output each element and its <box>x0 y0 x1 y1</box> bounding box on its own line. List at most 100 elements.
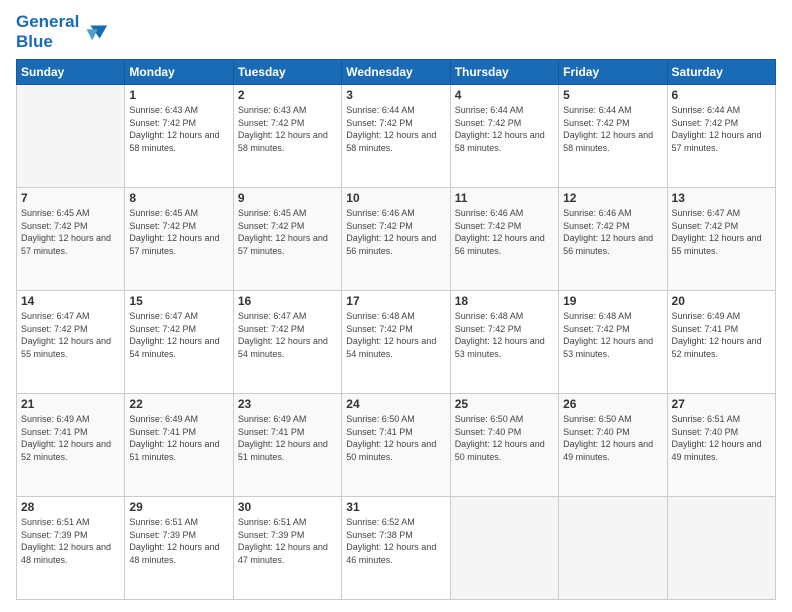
day-info: Sunrise: 6:47 AMSunset: 7:42 PMDaylight:… <box>238 310 337 360</box>
day-info: Sunrise: 6:44 AMSunset: 7:42 PMDaylight:… <box>346 104 445 154</box>
calendar-cell: 13 Sunrise: 6:47 AMSunset: 7:42 PMDayligh… <box>667 188 775 291</box>
day-number: 27 <box>672 397 771 411</box>
day-number: 25 <box>455 397 554 411</box>
day-number: 4 <box>455 88 554 102</box>
calendar-cell: 2 Sunrise: 6:43 AMSunset: 7:42 PMDaylight… <box>233 85 341 188</box>
week-row-2: 14 Sunrise: 6:47 AMSunset: 7:42 PMDayligh… <box>17 291 776 394</box>
day-info: Sunrise: 6:51 AMSunset: 7:39 PMDaylight:… <box>238 516 337 566</box>
calendar-cell: 14 Sunrise: 6:47 AMSunset: 7:42 PMDayligh… <box>17 291 125 394</box>
day-info: Sunrise: 6:45 AMSunset: 7:42 PMDaylight:… <box>21 207 120 257</box>
day-number: 30 <box>238 500 337 514</box>
header: General Blue <box>16 12 776 51</box>
col-header-monday: Monday <box>125 60 233 85</box>
day-number: 6 <box>672 88 771 102</box>
day-info: Sunrise: 6:49 AMSunset: 7:41 PMDaylight:… <box>21 413 120 463</box>
calendar-cell: 8 Sunrise: 6:45 AMSunset: 7:42 PMDaylight… <box>125 188 233 291</box>
day-info: Sunrise: 6:44 AMSunset: 7:42 PMDaylight:… <box>672 104 771 154</box>
day-number: 1 <box>129 88 228 102</box>
logo-text2: Blue <box>16 32 79 52</box>
day-info: Sunrise: 6:43 AMSunset: 7:42 PMDaylight:… <box>129 104 228 154</box>
day-info: Sunrise: 6:48 AMSunset: 7:42 PMDaylight:… <box>455 310 554 360</box>
calendar-cell: 28 Sunrise: 6:51 AMSunset: 7:39 PMDayligh… <box>17 496 125 599</box>
day-number: 9 <box>238 191 337 205</box>
col-header-tuesday: Tuesday <box>233 60 341 85</box>
calendar-cell: 19 Sunrise: 6:48 AMSunset: 7:42 PMDayligh… <box>559 291 667 394</box>
day-info: Sunrise: 6:44 AMSunset: 7:42 PMDaylight:… <box>455 104 554 154</box>
day-info: Sunrise: 6:48 AMSunset: 7:42 PMDaylight:… <box>563 310 662 360</box>
calendar-cell: 12 Sunrise: 6:46 AMSunset: 7:42 PMDayligh… <box>559 188 667 291</box>
calendar-cell: 11 Sunrise: 6:46 AMSunset: 7:42 PMDayligh… <box>450 188 558 291</box>
calendar-cell: 25 Sunrise: 6:50 AMSunset: 7:40 PMDayligh… <box>450 394 558 497</box>
day-number: 15 <box>129 294 228 308</box>
col-header-thursday: Thursday <box>450 60 558 85</box>
day-info: Sunrise: 6:46 AMSunset: 7:42 PMDaylight:… <box>455 207 554 257</box>
day-info: Sunrise: 6:50 AMSunset: 7:40 PMDaylight:… <box>563 413 662 463</box>
day-number: 28 <box>21 500 120 514</box>
calendar-cell: 7 Sunrise: 6:45 AMSunset: 7:42 PMDaylight… <box>17 188 125 291</box>
day-number: 24 <box>346 397 445 411</box>
day-info: Sunrise: 6:49 AMSunset: 7:41 PMDaylight:… <box>672 310 771 360</box>
col-header-wednesday: Wednesday <box>342 60 450 85</box>
day-info: Sunrise: 6:45 AMSunset: 7:42 PMDaylight:… <box>238 207 337 257</box>
calendar-cell <box>559 496 667 599</box>
calendar-cell: 9 Sunrise: 6:45 AMSunset: 7:42 PMDaylight… <box>233 188 341 291</box>
day-number: 12 <box>563 191 662 205</box>
day-info: Sunrise: 6:47 AMSunset: 7:42 PMDaylight:… <box>672 207 771 257</box>
day-info: Sunrise: 6:50 AMSunset: 7:41 PMDaylight:… <box>346 413 445 463</box>
day-info: Sunrise: 6:51 AMSunset: 7:39 PMDaylight:… <box>129 516 228 566</box>
calendar-cell: 17 Sunrise: 6:48 AMSunset: 7:42 PMDayligh… <box>342 291 450 394</box>
calendar-cell: 23 Sunrise: 6:49 AMSunset: 7:41 PMDayligh… <box>233 394 341 497</box>
day-number: 13 <box>672 191 771 205</box>
day-number: 7 <box>21 191 120 205</box>
day-info: Sunrise: 6:44 AMSunset: 7:42 PMDaylight:… <box>563 104 662 154</box>
calendar-cell: 24 Sunrise: 6:50 AMSunset: 7:41 PMDayligh… <box>342 394 450 497</box>
day-number: 2 <box>238 88 337 102</box>
day-info: Sunrise: 6:46 AMSunset: 7:42 PMDaylight:… <box>346 207 445 257</box>
day-info: Sunrise: 6:50 AMSunset: 7:40 PMDaylight:… <box>455 413 554 463</box>
calendar-cell: 4 Sunrise: 6:44 AMSunset: 7:42 PMDaylight… <box>450 85 558 188</box>
day-number: 20 <box>672 294 771 308</box>
day-info: Sunrise: 6:47 AMSunset: 7:42 PMDaylight:… <box>21 310 120 360</box>
logo: General Blue <box>16 12 109 51</box>
calendar-cell: 10 Sunrise: 6:46 AMSunset: 7:42 PMDayligh… <box>342 188 450 291</box>
calendar-cell: 20 Sunrise: 6:49 AMSunset: 7:41 PMDayligh… <box>667 291 775 394</box>
day-info: Sunrise: 6:43 AMSunset: 7:42 PMDaylight:… <box>238 104 337 154</box>
calendar-cell: 15 Sunrise: 6:47 AMSunset: 7:42 PMDayligh… <box>125 291 233 394</box>
calendar-cell: 6 Sunrise: 6:44 AMSunset: 7:42 PMDaylight… <box>667 85 775 188</box>
calendar-cell: 31Sunrise: 6:52 AMSunset: 7:38 PMDayligh… <box>342 496 450 599</box>
day-number: 19 <box>563 294 662 308</box>
week-row-3: 21 Sunrise: 6:49 AMSunset: 7:41 PMDayligh… <box>17 394 776 497</box>
calendar-cell: 21 Sunrise: 6:49 AMSunset: 7:41 PMDayligh… <box>17 394 125 497</box>
calendar-cell: 26Sunrise: 6:50 AMSunset: 7:40 PMDayligh… <box>559 394 667 497</box>
day-number: 8 <box>129 191 228 205</box>
day-info: Sunrise: 6:47 AMSunset: 7:42 PMDaylight:… <box>129 310 228 360</box>
week-row-0: 1 Sunrise: 6:43 AMSunset: 7:42 PMDaylight… <box>17 85 776 188</box>
col-header-sunday: Sunday <box>17 60 125 85</box>
calendar-header-row: SundayMondayTuesdayWednesdayThursdayFrid… <box>17 60 776 85</box>
day-number: 10 <box>346 191 445 205</box>
calendar-cell: 22Sunrise: 6:49 AMSunset: 7:41 PMDayligh… <box>125 394 233 497</box>
day-number: 21 <box>21 397 120 411</box>
day-info: Sunrise: 6:48 AMSunset: 7:42 PMDaylight:… <box>346 310 445 360</box>
day-number: 5 <box>563 88 662 102</box>
day-info: Sunrise: 6:51 AMSunset: 7:39 PMDaylight:… <box>21 516 120 566</box>
day-number: 31 <box>346 500 445 514</box>
day-info: Sunrise: 6:49 AMSunset: 7:41 PMDaylight:… <box>129 413 228 463</box>
day-number: 29 <box>129 500 228 514</box>
calendar-cell: 29 Sunrise: 6:51 AMSunset: 7:39 PMDayligh… <box>125 496 233 599</box>
day-info: Sunrise: 6:46 AMSunset: 7:42 PMDaylight:… <box>563 207 662 257</box>
day-number: 23 <box>238 397 337 411</box>
day-number: 17 <box>346 294 445 308</box>
calendar-cell: 30 Sunrise: 6:51 AMSunset: 7:39 PMDayligh… <box>233 496 341 599</box>
page: General Blue SundayMondayTuesdayWednesda… <box>0 0 792 612</box>
day-number: 11 <box>455 191 554 205</box>
calendar-table: SundayMondayTuesdayWednesdayThursdayFrid… <box>16 59 776 600</box>
logo-text: General <box>16 12 79 32</box>
day-info: Sunrise: 6:45 AMSunset: 7:42 PMDaylight:… <box>129 207 228 257</box>
calendar-cell <box>667 496 775 599</box>
week-row-1: 7 Sunrise: 6:45 AMSunset: 7:42 PMDaylight… <box>17 188 776 291</box>
day-info: Sunrise: 6:49 AMSunset: 7:41 PMDaylight:… <box>238 413 337 463</box>
calendar-cell: 5 Sunrise: 6:44 AMSunset: 7:42 PMDaylight… <box>559 85 667 188</box>
day-number: 16 <box>238 294 337 308</box>
day-number: 14 <box>21 294 120 308</box>
